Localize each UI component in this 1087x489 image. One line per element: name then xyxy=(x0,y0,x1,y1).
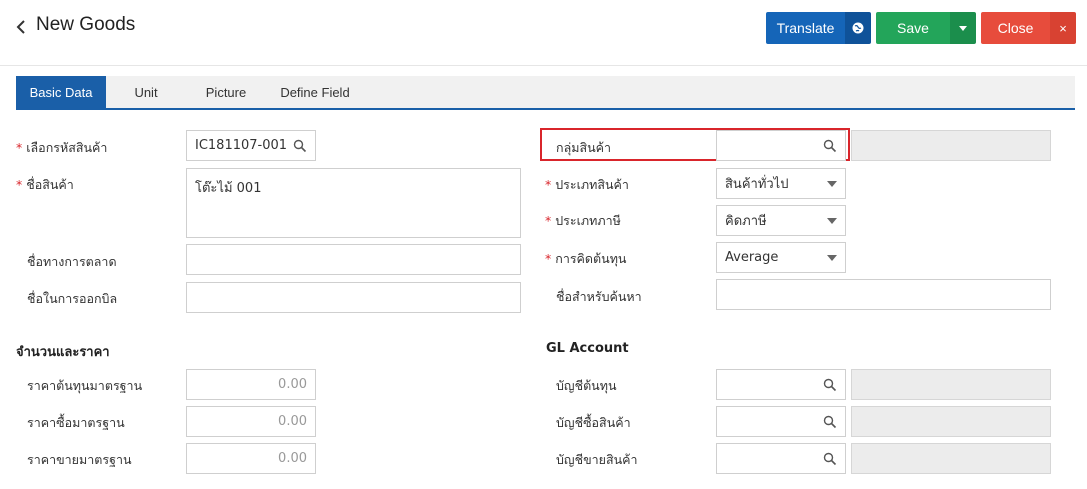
translate-label: Translate xyxy=(776,20,835,36)
search-name-label: ชื่อสำหรับค้นหา xyxy=(556,289,642,304)
tab-label: Define Field xyxy=(280,84,350,100)
cost-account-label: บัญชีต้นทุน xyxy=(556,378,617,393)
search-icon[interactable] xyxy=(823,452,837,466)
tab-define-field[interactable]: Define Field xyxy=(266,76,364,108)
tab-picture[interactable]: Picture xyxy=(186,76,266,108)
translate-button[interactable]: Translate xyxy=(766,12,845,44)
search-icon[interactable] xyxy=(823,378,837,392)
tab-label: Basic Data xyxy=(29,84,93,100)
tab-basic-data[interactable]: Basic Data xyxy=(16,76,106,108)
goods-code-value: IC181107-001 xyxy=(195,138,288,153)
marketing-name-label: ชื่อทางการตลาด xyxy=(27,254,117,269)
billing-name-field[interactable] xyxy=(186,282,521,313)
costing-label: * การคิดต้นทุน xyxy=(545,251,627,266)
search-name-field[interactable] xyxy=(716,279,1051,310)
save-label: Save xyxy=(897,20,929,36)
required-marker: * xyxy=(545,213,552,228)
std-sell-label: ราคาขายมาตรฐาน xyxy=(27,452,132,467)
goods-group-field[interactable] xyxy=(716,130,846,161)
goods-name-value: โต๊ะไม้ 001 xyxy=(195,181,262,196)
marketing-name-field[interactable] xyxy=(186,244,521,275)
caret-down-icon xyxy=(827,217,837,224)
tax-type-select[interactable]: คิดภาษี xyxy=(716,205,846,236)
std-cost-label: ราคาต้นทุนมาตรฐาน xyxy=(27,378,143,393)
caret-down-icon xyxy=(827,180,837,187)
search-icon[interactable] xyxy=(823,415,837,429)
close-x-button[interactable]: × xyxy=(1050,12,1076,44)
goods-type-label: * ประเภทสินค้า xyxy=(545,177,629,192)
goods-type-select[interactable]: สินค้าทั่วไป xyxy=(716,168,846,199)
tax-type-label: * ประเภทภาษี xyxy=(545,213,621,228)
tax-type-value: คิดภาษี xyxy=(725,214,767,229)
sales-account-description xyxy=(851,443,1051,474)
std-sell-value: 0.00 xyxy=(278,451,307,466)
language-button[interactable] xyxy=(845,12,871,44)
costing-value: Average xyxy=(725,250,779,265)
globe-icon xyxy=(852,22,864,34)
header-divider xyxy=(0,65,1087,66)
goods-type-value: สินค้าทั่วไป xyxy=(725,177,789,192)
required-marker: * xyxy=(16,177,23,192)
tab-label: Picture xyxy=(205,84,247,100)
std-buy-value: 0.00 xyxy=(278,414,307,429)
tab-unit[interactable]: Unit xyxy=(106,76,186,108)
back-button[interactable] xyxy=(12,16,30,38)
goods-name-label: * ชื่อสินค้า xyxy=(16,177,74,192)
tab-bar: Basic Data Unit Picture Define Field xyxy=(16,76,1075,110)
caret-down-icon xyxy=(827,254,837,261)
goods-code-field[interactable]: IC181107-001 xyxy=(186,130,316,161)
sales-account-label: บัญชีขายสินค้า xyxy=(556,452,638,467)
goods-group-label: กลุ่มสินค้า xyxy=(556,140,612,155)
sales-account-field[interactable] xyxy=(716,443,846,474)
costing-select[interactable]: Average xyxy=(716,242,846,273)
search-icon[interactable] xyxy=(823,139,837,153)
save-button[interactable]: Save xyxy=(876,12,950,44)
required-marker: * xyxy=(545,251,552,266)
goods-group-description xyxy=(851,130,1051,161)
purchase-account-description xyxy=(851,406,1051,437)
std-buy-field[interactable]: 0.00 xyxy=(186,406,316,437)
purchase-account-field[interactable] xyxy=(716,406,846,437)
cost-account-description xyxy=(851,369,1051,400)
chevron-left-icon xyxy=(16,20,25,34)
close-icon: × xyxy=(1059,20,1067,36)
billing-name-label: ชื่อในการออกบิล xyxy=(27,291,118,306)
caret-down-icon xyxy=(959,25,967,31)
gl-section-title: GL Account xyxy=(546,341,629,356)
pricing-section-title: จำนวนและราคา xyxy=(16,345,110,360)
page-title: New Goods xyxy=(36,14,136,35)
cost-account-field[interactable] xyxy=(716,369,846,400)
tab-label: Unit xyxy=(134,84,158,100)
goods-name-textarea[interactable]: โต๊ะไม้ 001 xyxy=(186,168,521,238)
std-buy-label: ราคาซื้อมาตรฐาน xyxy=(27,415,125,430)
search-icon[interactable] xyxy=(293,139,307,153)
close-button[interactable]: Close xyxy=(981,12,1050,44)
std-sell-field[interactable]: 0.00 xyxy=(186,443,316,474)
required-marker: * xyxy=(545,177,552,192)
close-label: Close xyxy=(997,20,1034,36)
goods-code-label: * เลือกรหัสสินค้า xyxy=(16,140,108,155)
purchase-account-label: บัญชีซื้อสินค้า xyxy=(556,415,631,430)
std-cost-value: 0.00 xyxy=(278,377,307,392)
save-options-button[interactable] xyxy=(950,12,976,44)
std-cost-field[interactable]: 0.00 xyxy=(186,369,316,400)
required-marker: * xyxy=(16,140,23,155)
